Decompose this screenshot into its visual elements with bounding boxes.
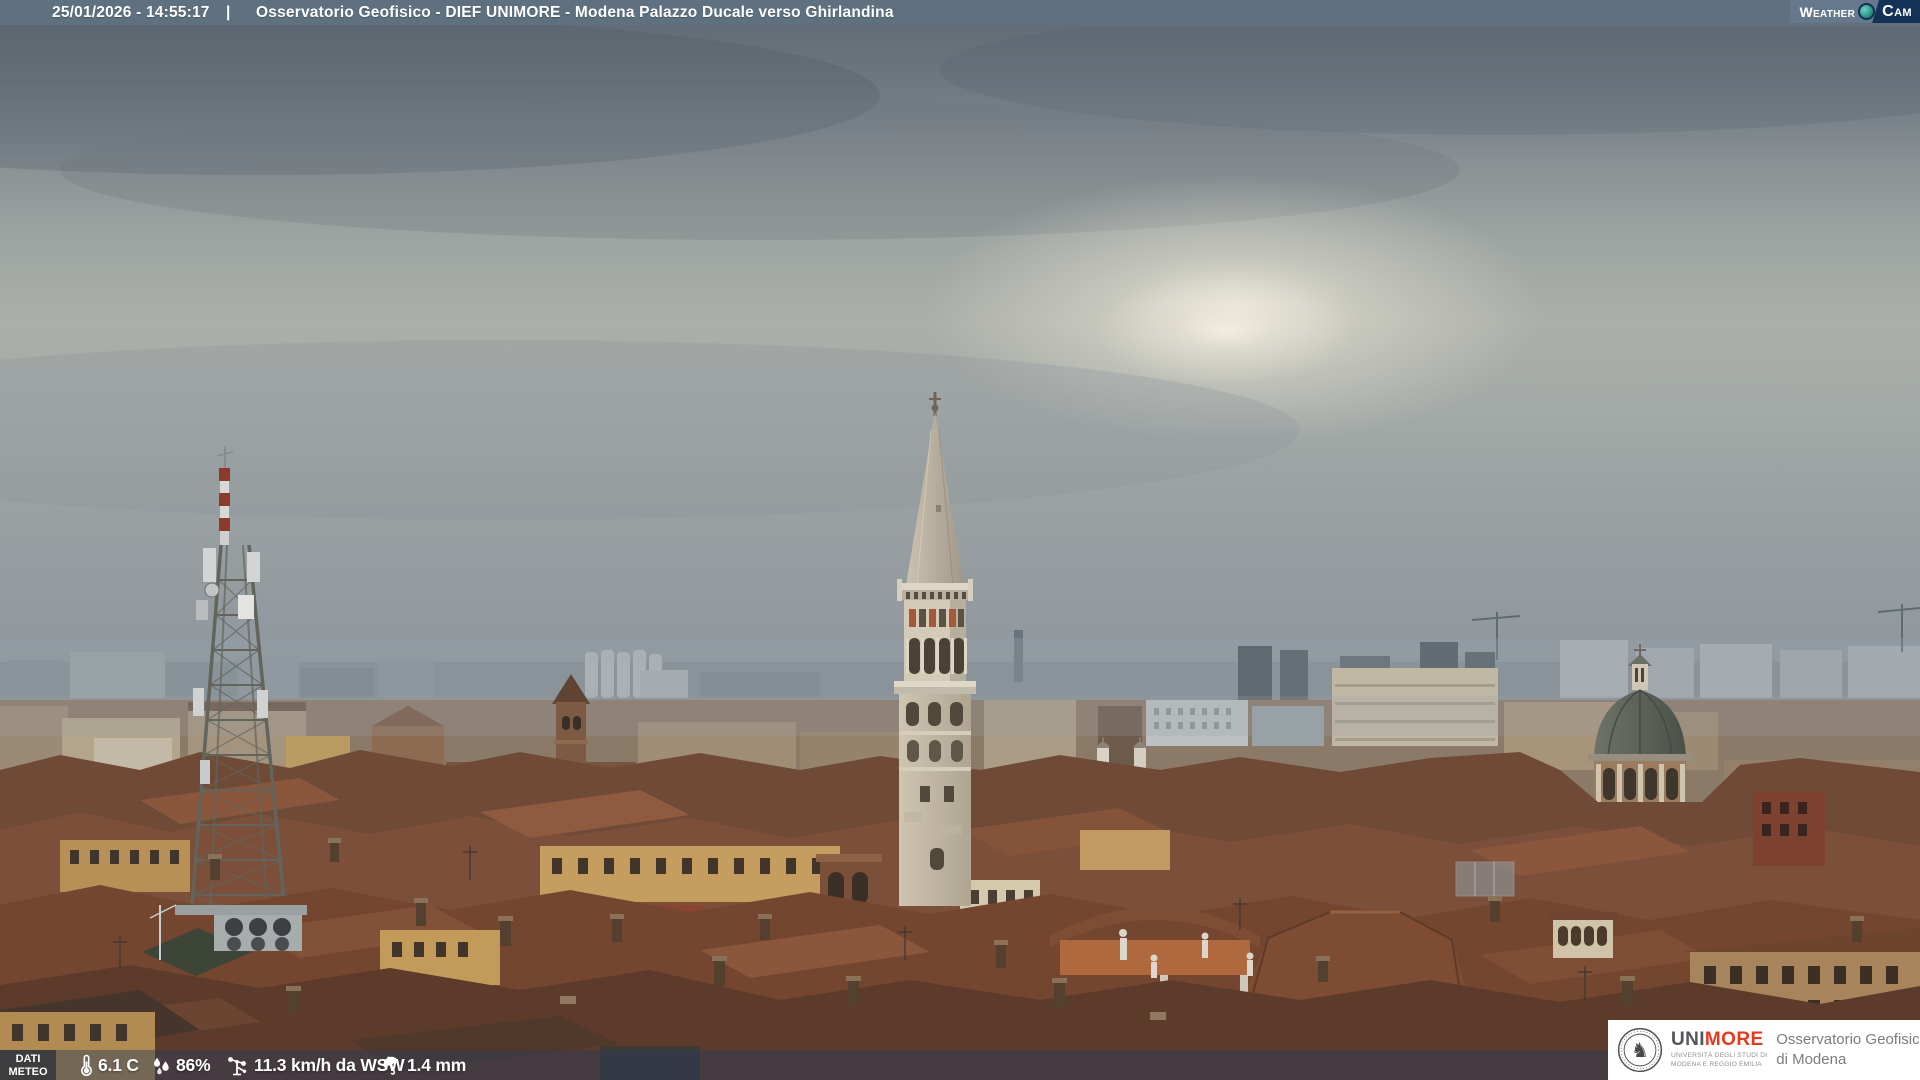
webcam-frame: 25/01/2026 - 14:55:17 | Osservatorio Geo…: [0, 0, 1920, 1080]
unimore-branding-box: ♞ UNIMORE UNIVERSITÀ DEGLI STUDI DI MODE…: [1608, 1020, 1920, 1080]
precipitation-reading: 1.4 mm: [381, 1050, 466, 1080]
temperature-value: 6.1 C: [98, 1054, 139, 1075]
temperature-reading: 6.1 C: [80, 1050, 139, 1080]
unimore-uni: UNI: [1671, 1029, 1705, 1051]
unimore-more: MORE: [1704, 1029, 1764, 1051]
university-name-line1: UNIVERSITÀ DEGLI STUDI DI: [1671, 1052, 1768, 1060]
svg-text:♞: ♞: [1631, 1038, 1649, 1062]
header-bar: 25/01/2026 - 14:55:17 | Osservatorio Geo…: [0, 0, 1920, 25]
dati-meteo-label: DATI METEO: [0, 1050, 56, 1080]
timestamp: 25/01/2026 - 14:55:17: [52, 4, 210, 21]
wind-reading: 11.3 km/h da WSW: [227, 1050, 405, 1080]
humidity-icon: [154, 1057, 169, 1074]
header-separator: |: [226, 4, 231, 21]
humidity-reading: 86%: [151, 1050, 211, 1080]
observatory-name: Osservatorio Geofisico di Modena: [1776, 1030, 1920, 1068]
weathercam-logo: Weather Cam: [1790, 0, 1920, 23]
weathercam-logo-right: Cam: [1872, 0, 1920, 23]
weathercam-word-weather: Weather: [1799, 3, 1856, 20]
unimore-seal-icon: ♞: [1617, 1027, 1663, 1073]
wind-icon: [228, 1056, 247, 1075]
modena-cityscape-photo: [0, 0, 1920, 1080]
rain-umbrella-icon: [383, 1055, 399, 1075]
weathercam-logo-left: Weather: [1790, 0, 1879, 23]
globe-icon: [1858, 3, 1876, 20]
unimore-wordmark: UNIMORE UNIVERSITÀ DEGLI STUDI DI MODENA…: [1671, 1030, 1767, 1070]
precipitation-value: 1.4 mm: [407, 1054, 467, 1075]
humidity-value: 86%: [176, 1054, 211, 1075]
weathercam-word-cam: Cam: [1882, 2, 1912, 20]
university-name-line2: MODENA E REGGIO EMILIA: [1671, 1061, 1762, 1068]
page-title: Osservatorio Geofisico - DIEF UNIMORE - …: [256, 4, 894, 21]
thermometer-icon: [81, 1054, 92, 1076]
